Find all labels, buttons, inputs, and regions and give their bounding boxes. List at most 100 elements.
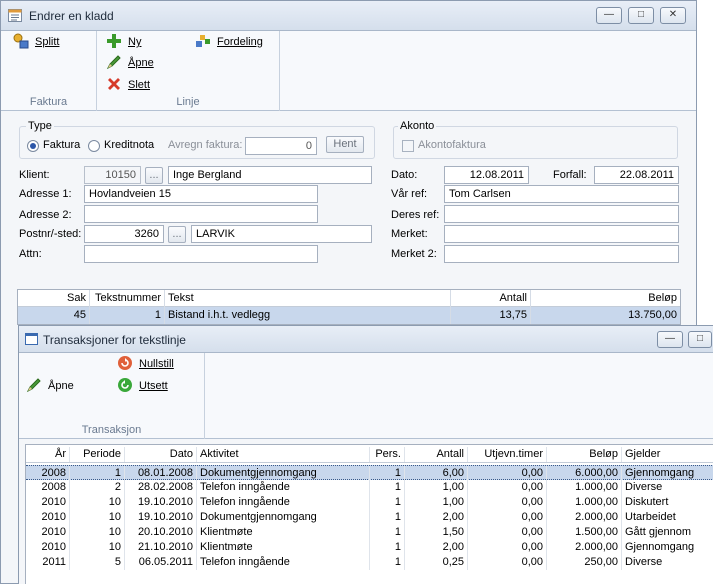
table-row[interactable]: 2011 5 06.05.2011 Telefon inngående 1 0,25 0,0… (26, 555, 713, 570)
open-line-button[interactable]: Åpne (106, 54, 154, 72)
delete-line-button[interactable]: Slett (106, 76, 150, 94)
avregn-input[interactable]: 0 (245, 137, 317, 155)
merket2-label: Merket 2: (391, 248, 437, 260)
trans-minimize-button[interactable]: — (657, 331, 683, 348)
deres-ref-input[interactable] (444, 205, 679, 223)
var-ref-input[interactable]: Tom Carlsen (444, 185, 679, 203)
merket2-input[interactable] (444, 245, 679, 263)
col-header-pers[interactable]: Pers. (370, 447, 405, 462)
table-row[interactable]: 2010 10 19.10.2010 Telefon inngående 1 1,00 0,… (26, 495, 713, 510)
dato-input[interactable]: 12.08.2011 (444, 166, 529, 184)
lines-grid-header: Sak Tekstnummer Tekst Antall Beløp (18, 290, 680, 307)
adresse1-input[interactable]: Hovlandveien 15 (84, 185, 318, 203)
ribbon-group-label-faktura: Faktura (29, 96, 68, 108)
col-header-antall[interactable]: Antall (451, 290, 531, 307)
cell-gjelder: Gått gjennom (625, 526, 692, 538)
cell-dato: 28.02.2008 (125, 480, 197, 495)
cell-antall: 6,00 (405, 466, 468, 481)
kreditnota-radio-label: Kreditnota (104, 139, 155, 151)
table-row[interactable]: 2008 1 08.01.2008 Dokumentgjennomgang 1 6,00 0… (26, 465, 713, 481)
col-header-tekstnummer[interactable]: Tekstnummer (90, 290, 165, 307)
adresse1-label: Adresse 1: (19, 188, 72, 200)
akontofaktura-checkbox[interactable] (402, 140, 414, 152)
close-button[interactable]: ✕ (660, 7, 686, 24)
col-header-ar[interactable]: År (26, 447, 70, 462)
cell-periode: 5 (70, 555, 125, 570)
cell-aktivitet: Klientmøte (197, 525, 370, 540)
col-header-gjelder[interactable]: Gjelder (622, 447, 713, 462)
col-header-tekst[interactable]: Tekst (165, 290, 451, 307)
col-header-antall[interactable]: Antall (405, 447, 468, 462)
adresse2-input[interactable] (84, 205, 318, 223)
cell-tekstnummer: 1 (90, 307, 165, 324)
ribbon: Splitt Faktura Ny Åpne Slett Fordeling L… (1, 31, 696, 111)
maximize-button[interactable]: □ (628, 7, 654, 24)
attn-label: Attn: (19, 248, 42, 260)
table-row[interactable]: 2010 10 19.10.2010 Dokumentgjennomgang 1 2,00… (26, 510, 713, 525)
sted-input[interactable]: LARVIK (191, 225, 372, 243)
minimize-icon: — (665, 333, 675, 344)
col-header-belop[interactable]: Beløp (531, 290, 680, 307)
cell-gjelder: Gjennomgang (625, 541, 695, 553)
adresse2-label: Adresse 2: (19, 209, 72, 221)
minimize-button[interactable]: — (596, 7, 622, 24)
split-button[interactable]: Splitt (13, 33, 59, 51)
distribution-button[interactable]: Fordeling (195, 33, 263, 51)
cell-pers: 1 (370, 466, 405, 481)
kreditnota-radio[interactable] (88, 140, 100, 152)
col-header-sak[interactable]: Sak (18, 290, 90, 307)
hent-button[interactable]: Hent (326, 136, 364, 153)
merket-input[interactable] (444, 225, 679, 243)
faktura-radio[interactable] (27, 140, 39, 152)
window-icon (25, 333, 38, 345)
table-row[interactable]: 2008 2 28.02.2008 Telefon inngående 1 1,00 0,0… (26, 480, 713, 495)
cell-dato: 08.01.2008 (125, 466, 197, 481)
trans-maximize-button[interactable]: □ (688, 331, 712, 348)
cell-antall: 1,00 (405, 495, 468, 510)
cell-tekst: Bistand i.h.t. vedlegg (165, 307, 451, 324)
forfall-label: Forfall: (553, 169, 587, 181)
postnr-browse-button[interactable]: ... (168, 226, 186, 243)
akonto-legend: Akonto (398, 120, 437, 132)
cell-pers: 1 (370, 480, 405, 495)
dato-label: Dato: (391, 169, 418, 181)
cell-utjevn: 0,00 (468, 555, 547, 570)
postpone-button[interactable]: Utsett (117, 377, 168, 395)
new-line-button[interactable]: Ny (106, 33, 141, 51)
col-header-aktivitet[interactable]: Aktivitet (197, 447, 370, 462)
klient-browse-button[interactable]: ... (145, 167, 163, 184)
cell-ar: 2010 (26, 525, 70, 540)
col-header-belop[interactable]: Beløp (547, 447, 622, 462)
klient-number-input[interactable]: 10150 (84, 166, 141, 184)
cell-pers: 1 (370, 555, 405, 570)
cell-sak: 45 (18, 307, 90, 324)
cell-aktivitet: Dokumentgjennomgang (197, 510, 370, 525)
cell-periode: 10 (70, 495, 125, 510)
postnr-input[interactable]: 3260 (84, 225, 164, 243)
cell-gjelder: Diverse (625, 481, 663, 493)
cell-dato: 21.10.2010 (125, 540, 197, 555)
cell-antall: 2,00 (405, 510, 468, 525)
table-row[interactable]: 2010 10 20.10.2010 Klientmøte 1 1,50 0,00 1.500… (26, 525, 713, 540)
col-header-periode[interactable]: Periode (70, 447, 125, 462)
cell-utjevn: 0,00 (468, 495, 547, 510)
cell-dato: 19.10.2010 (125, 495, 197, 510)
transactions-title: Transaksjoner for tekstlinje (43, 333, 186, 347)
akontofaktura-label: Akontofaktura (418, 139, 486, 151)
faktura-radio-label: Faktura (43, 139, 81, 151)
cell-antall: 1,00 (405, 480, 468, 495)
reset-button[interactable]: Nullstill (117, 355, 174, 373)
col-header-utjevn[interactable]: Utjevn.timer (468, 447, 547, 462)
cell-aktivitet: Dokumentgjennomgang (197, 466, 370, 481)
table-row[interactable]: 45 1 Bistand i.h.t. vedlegg 13,75 13.750… (18, 307, 680, 324)
forfall-input[interactable]: 22.08.2011 (594, 166, 679, 184)
klient-name-input[interactable]: Inge Bergland (168, 166, 372, 184)
attn-input[interactable] (84, 245, 318, 263)
col-header-dato[interactable]: Dato (125, 447, 197, 462)
table-row[interactable]: 2010 10 21.10.2010 Klientmøte 1 2,00 0,00 2.000… (26, 540, 713, 555)
cell-utjevn: 0,00 (468, 466, 547, 481)
open-transaction-button[interactable]: Åpne (26, 377, 74, 395)
cell-belop: 2.000,00 (547, 540, 622, 555)
ribbon-group-faktura: Splitt Faktura (1, 31, 97, 111)
cell-gjelder: Gjennomgang (625, 467, 695, 479)
